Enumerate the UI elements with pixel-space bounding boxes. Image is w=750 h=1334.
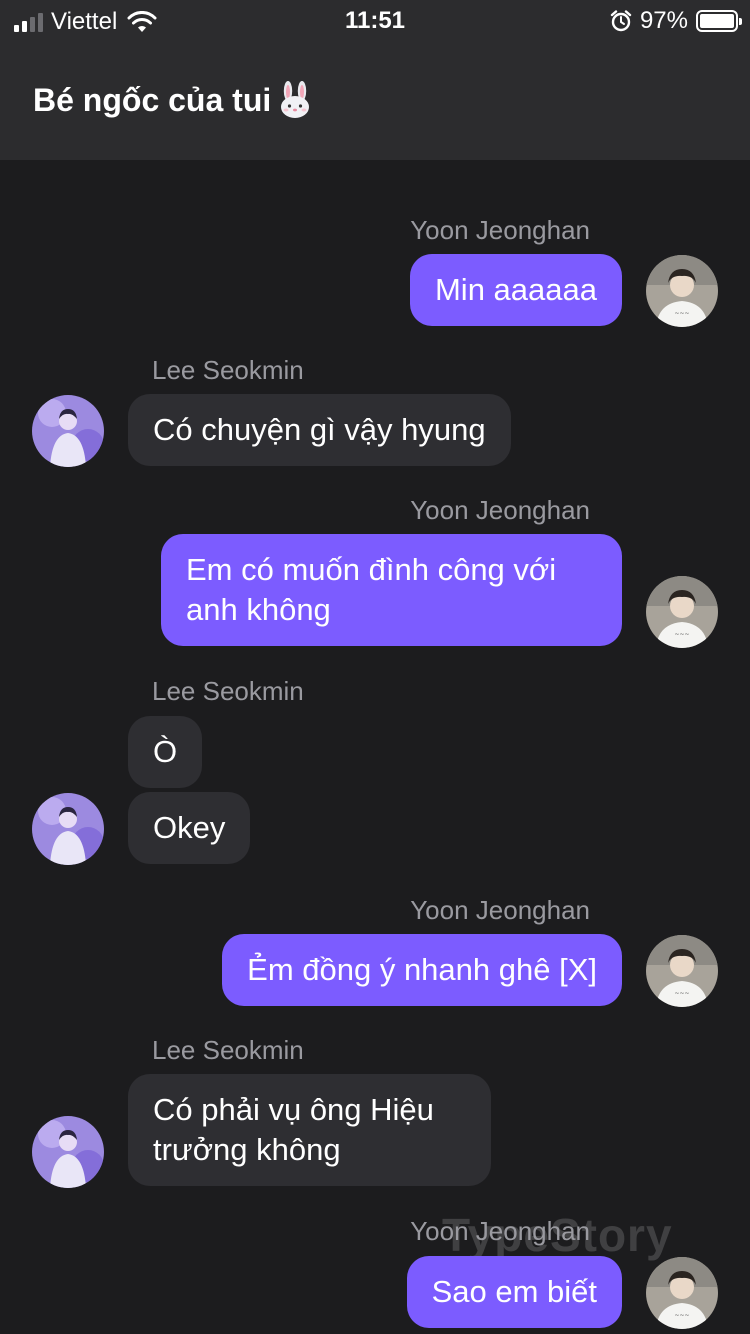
battery-percent: 97%	[639, 7, 688, 34]
chat-title[interactable]: Bé ngốc của tui	[33, 80, 315, 120]
battery-icon	[696, 10, 742, 32]
message-list[interactable]: Yoon Jeonghan Min aaaaaa ~~~ Lee Seokmin…	[0, 160, 750, 1334]
message-bubble-incoming[interactable]: Okey	[128, 792, 251, 864]
message-bubble-outgoing[interactable]: Ẻm đồng ý nhanh ghê [X]	[222, 934, 622, 1006]
sender-name: Lee Seokmin	[152, 676, 304, 706]
bunny-face-icon	[281, 81, 310, 118]
sender-name: Yoon Jeonghan	[410, 1216, 590, 1246]
sender-name: Lee Seokmin	[152, 1035, 304, 1065]
chat-header: Bé ngốc của tui	[0, 40, 750, 160]
avatar-jeonghan[interactable]: ~~~	[646, 1257, 718, 1329]
sender-name: Lee Seokmin	[152, 355, 304, 385]
message-bubble-incoming[interactable]: Có chuyện gì vậy hyung	[128, 394, 511, 466]
alarm-icon	[610, 10, 632, 32]
avatar-seokmin[interactable]	[32, 1116, 104, 1188]
svg-text:~~~: ~~~	[674, 310, 689, 317]
avatar-jeonghan[interactable]: ~~~	[646, 935, 718, 1007]
message-bubble-incoming[interactable]: Có phải vụ ông Hiệu trưởng không	[128, 1074, 491, 1186]
avatar-jeonghan[interactable]: ~~~	[646, 255, 718, 327]
avatar-jeonghan[interactable]: ~~~	[646, 576, 718, 648]
sender-name: Yoon Jeonghan	[410, 495, 590, 525]
sender-name: Yoon Jeonghan	[410, 215, 590, 245]
message-bubble-outgoing[interactable]: Min aaaaaa	[409, 254, 622, 326]
svg-text:~~~: ~~~	[674, 631, 689, 638]
message-bubble-incoming[interactable]: Ò	[128, 716, 203, 788]
svg-text:~~~: ~~~	[674, 1312, 689, 1319]
chat-title-text: Bé ngốc của tui	[33, 81, 272, 118]
message-bubble-outgoing[interactable]: Sao em biết	[406, 1256, 622, 1328]
message-bubble-outgoing[interactable]: Em có muốn đình công với anh không	[161, 534, 622, 646]
svg-text:~~~: ~~~	[674, 990, 689, 997]
avatar-seokmin[interactable]	[32, 793, 104, 865]
status-bar: Viettel 11:51 97%	[0, 0, 750, 40]
sender-name: Yoon Jeonghan	[410, 895, 590, 925]
avatar-seokmin[interactable]	[32, 395, 104, 467]
